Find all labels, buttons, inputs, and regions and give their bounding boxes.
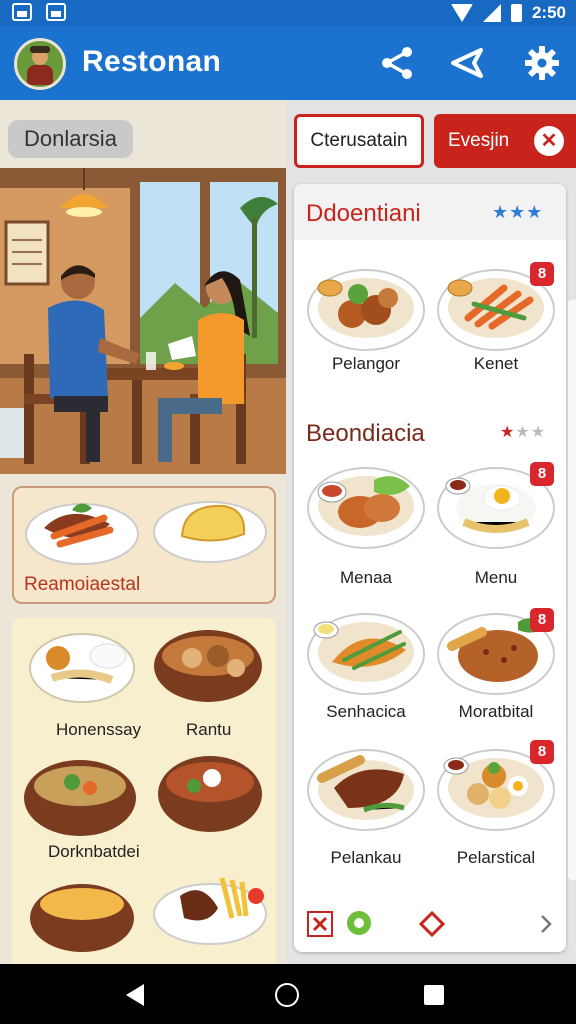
- share-icon[interactable]: [378, 44, 416, 82]
- restaurant-illustration: [0, 168, 286, 474]
- rating-stars-2: ★★★: [500, 424, 547, 441]
- outline-button[interactable]: Cterusatain: [294, 114, 424, 168]
- card-footer: [294, 900, 566, 952]
- grid-icon[interactable]: [306, 910, 334, 938]
- filled-button[interactable]: Evesjin ✕: [434, 114, 576, 168]
- filled-button-icon: ✕: [534, 126, 564, 156]
- recents-icon[interactable]: [424, 985, 444, 1005]
- section-title-2: Beondiacia: [306, 420, 425, 447]
- menu-card: Ddoentiani ★★★ 8 Pelangor Kenet Beondiac…: [294, 184, 566, 952]
- right-panel: Cterusatain Evesjin ✕ Ddoentiani ★★★ 8 P…: [286, 100, 576, 964]
- item-label-5: Senhacica: [326, 702, 406, 721]
- featured-food-card[interactable]: Reamoiaestal: [12, 486, 276, 604]
- badge-icon: 8: [530, 462, 554, 486]
- back-icon[interactable]: [126, 984, 144, 1006]
- chef-avatar[interactable]: [14, 38, 66, 90]
- scroll-edge: [568, 300, 576, 880]
- image-notification-icon: [12, 3, 32, 21]
- section-title-1: Ddoentiani: [306, 200, 421, 227]
- settings-icon[interactable]: [523, 44, 561, 82]
- item-label-1: Pelangor: [331, 354, 401, 373]
- dish-label-3: Dorknbatdei: [48, 842, 140, 861]
- battery-icon: [510, 4, 522, 22]
- status-time: 2:50: [531, 3, 566, 22]
- rating-stars-1: ★★★: [492, 202, 544, 222]
- wifi-icon: [450, 4, 473, 22]
- item-label-7: Pelankau: [330, 848, 402, 867]
- badge-icon: 8: [530, 740, 554, 764]
- dish-image-5[interactable]: [304, 602, 428, 698]
- dish-image-3[interactable]: [304, 456, 428, 552]
- category-chip[interactable]: Donlarsia: [8, 120, 133, 158]
- dish-label-2: Rantu: [186, 720, 232, 739]
- filled-button-label: Evesjin: [448, 130, 510, 151]
- dish-list-panel: Honenssay Rantu Dorknbatdei: [12, 618, 276, 964]
- status-bar: 2:50: [0, 0, 576, 26]
- item-label-8: Pelarstical: [456, 848, 536, 867]
- badge-icon: 8: [530, 608, 554, 632]
- badge-icon: 8: [530, 262, 554, 286]
- system-nav-bar: [0, 964, 576, 1024]
- home-icon[interactable]: [275, 983, 299, 1007]
- left-panel: Donlarsia Reamoiaestal Honenssay Rantu D…: [0, 100, 286, 964]
- item-label-6: Moratbital: [458, 702, 534, 721]
- dish-image-7[interactable]: [304, 738, 428, 834]
- dish-image-1[interactable]: [304, 258, 428, 354]
- leaf-icon[interactable]: [344, 908, 374, 938]
- dish-label-1: Honenssay: [56, 720, 142, 739]
- diamond-icon[interactable]: [418, 910, 446, 938]
- send-icon[interactable]: [448, 44, 486, 82]
- gallery-notification-icon: [46, 3, 66, 21]
- item-label-2: Kenet: [473, 354, 519, 373]
- item-label-4: Menu: [474, 568, 518, 587]
- signal-icon: [482, 4, 501, 22]
- item-label-3: Menaa: [340, 568, 392, 587]
- app-title: Restonan: [82, 45, 222, 78]
- app-bar: Restonan: [0, 26, 576, 100]
- featured-card-title: Reamoiaestal: [24, 574, 141, 595]
- chevron-right-icon[interactable]: [536, 912, 556, 936]
